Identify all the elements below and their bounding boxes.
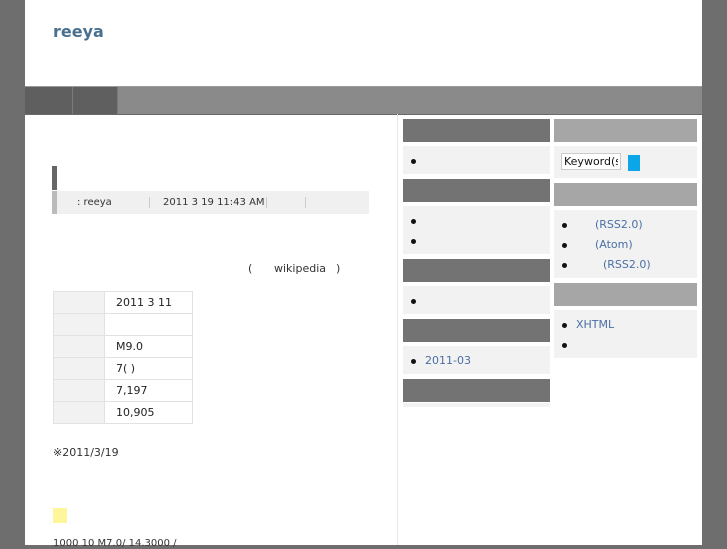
fact-key	[53, 401, 105, 424]
nav-tab-2[interactable]	[73, 87, 118, 114]
site-header: reeya	[25, 0, 702, 86]
bullet-icon	[562, 223, 567, 228]
feed-link-rss-comments[interactable]: (RSS2.0)	[603, 258, 651, 271]
fact-value: M9.0	[104, 335, 193, 358]
fact-value	[104, 313, 193, 336]
post-meta: : reeya 2011 3 19 11:43 AM	[52, 191, 369, 214]
fact-key	[53, 335, 105, 358]
truncated-text: 1000 10 M7.0/ 14.3000 /	[53, 538, 177, 549]
table-row: 10,905	[53, 401, 193, 424]
site-title-link[interactable]: reeya	[53, 22, 104, 41]
sidebar-box	[403, 146, 550, 174]
archives-box: 2011-03	[403, 346, 550, 374]
bullet-icon	[562, 323, 567, 328]
post-title-marker	[52, 166, 57, 190]
wiki-open-paren: (	[248, 262, 253, 275]
sidebar-heading-archives	[403, 319, 550, 342]
table-row: 7( )	[53, 357, 193, 380]
bullet-icon	[411, 219, 416, 224]
archive-link[interactable]: 2011-03	[425, 354, 471, 367]
fact-value: 7,197	[104, 379, 193, 402]
fact-key	[53, 291, 105, 314]
bullet-icon	[411, 159, 416, 164]
sidebar-box	[403, 286, 550, 314]
fact-value: 2011 3 11	[104, 291, 193, 314]
post-author[interactable]: : reeya	[77, 197, 112, 208]
bullet-icon	[562, 343, 567, 348]
search-button[interactable]	[628, 155, 640, 171]
highlight-square	[53, 508, 67, 523]
search-input[interactable]	[561, 153, 621, 170]
earthquake-facts-table: 2011 3 11 M9.0 7( ) 7,197 10,905	[53, 291, 193, 424]
meta-separator	[149, 197, 150, 208]
sidebar-heading	[403, 379, 550, 402]
misc-box: XHTML	[554, 310, 697, 358]
bullet-icon	[562, 243, 567, 248]
sidebar-box	[403, 206, 550, 254]
bullet-icon	[411, 299, 416, 304]
table-row	[53, 313, 193, 336]
xhtml-link[interactable]: XHTML	[576, 318, 614, 331]
wiki-close-paren: )	[336, 262, 341, 275]
post-note: ※2011/3/19	[53, 446, 119, 459]
search-heading	[554, 119, 697, 142]
sidebar-heading	[403, 179, 550, 202]
feed-link-atom[interactable]: (Atom)	[595, 238, 633, 251]
bullet-icon	[411, 239, 416, 244]
fact-key	[53, 313, 105, 336]
fact-value: 10,905	[104, 401, 193, 424]
wikipedia-link[interactable]: wikipedia	[274, 262, 326, 275]
table-row: 7,197	[53, 379, 193, 402]
sidebar-heading	[403, 119, 550, 142]
sidebar-box	[403, 403, 550, 407]
post-date[interactable]: 2011 3 19 11:43 AM	[163, 197, 265, 208]
meta-separator	[266, 197, 267, 208]
feeds-box: (RSS2.0) (Atom) (RSS2.0)	[554, 210, 697, 278]
nav-bar	[25, 86, 702, 115]
fact-key	[53, 379, 105, 402]
page: reeya : reeya 2011 3 19 11:43 AM ( wikip…	[25, 0, 702, 549]
table-row: 2011 3 11	[53, 291, 193, 314]
misc-heading	[554, 283, 697, 306]
fact-key	[53, 357, 105, 380]
main-content: : reeya 2011 3 19 11:43 AM ( wikipedia )…	[25, 114, 397, 549]
fact-value: 7( )	[104, 357, 193, 380]
bullet-icon	[562, 263, 567, 268]
nav-tab-1[interactable]	[25, 87, 73, 114]
bullet-icon	[411, 359, 416, 364]
feeds-heading	[554, 183, 697, 206]
sidebar-heading	[403, 259, 550, 282]
search-box	[554, 146, 697, 178]
meta-separator	[305, 197, 306, 208]
column-divider	[397, 114, 398, 545]
table-row: M9.0	[53, 335, 193, 358]
feed-link-rss[interactable]: (RSS2.0)	[595, 218, 643, 231]
